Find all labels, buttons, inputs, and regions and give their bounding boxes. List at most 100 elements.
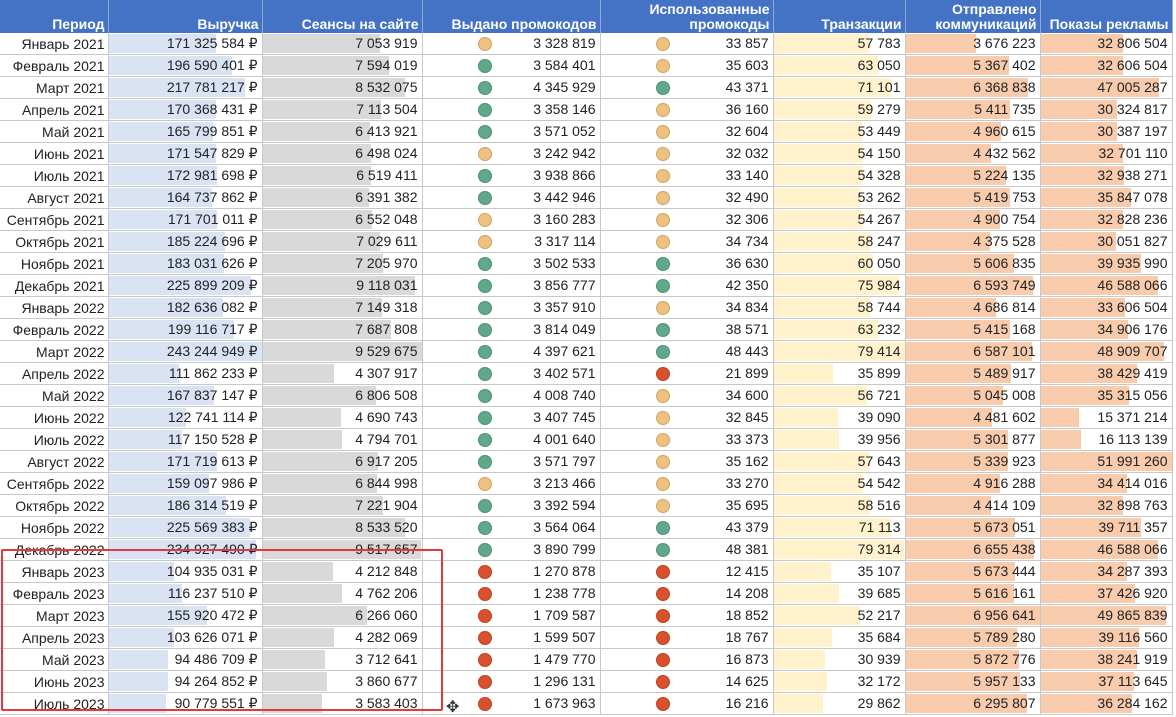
revenue-cell[interactable]: 171 547 829 ₽ xyxy=(108,142,263,165)
promo-issued-cell[interactable]: 3 407 745 xyxy=(422,406,601,429)
promo-used-cell[interactable]: 34 834 xyxy=(600,296,774,319)
communications-cell[interactable]: 5 673 051 xyxy=(905,516,1041,539)
period-cell[interactable]: Апрель 2023 xyxy=(0,626,109,649)
promo-issued-cell[interactable]: 3 317 114 xyxy=(422,230,601,253)
revenue-cell[interactable]: 117 150 528 ₽ xyxy=(108,428,263,451)
period-cell[interactable]: Сентябрь 2021 xyxy=(0,208,109,231)
header-period[interactable]: Период xyxy=(0,0,109,33)
ad-impressions-cell[interactable]: 38 241 919 xyxy=(1040,648,1173,671)
transactions-cell[interactable]: 53 262 xyxy=(773,186,906,209)
ad-impressions-cell[interactable]: 35 315 056 xyxy=(1040,384,1173,407)
transactions-cell[interactable]: 54 542 xyxy=(773,472,906,495)
header-sessions[interactable]: Сеансы на сайте xyxy=(262,0,423,33)
promo-issued-cell[interactable]: 1 599 507 xyxy=(422,626,601,649)
promo-used-cell[interactable]: 36 160 xyxy=(600,98,774,121)
communications-cell[interactable]: 5 616 161 xyxy=(905,582,1041,605)
communications-cell[interactable]: 4 375 528 xyxy=(905,230,1041,253)
revenue-cell[interactable]: 122 741 114 ₽ xyxy=(108,406,263,429)
communications-cell[interactable]: 5 606 835 xyxy=(905,252,1041,275)
revenue-cell[interactable]: 171 325 584 ₽ xyxy=(108,33,263,55)
sessions-cell[interactable]: 7 149 318 xyxy=(262,296,423,319)
transactions-cell[interactable]: 63 050 xyxy=(773,54,906,77)
revenue-cell[interactable]: 199 116 717 ₽ xyxy=(108,318,263,341)
transactions-cell[interactable]: 79 414 xyxy=(773,340,906,363)
period-cell[interactable]: Август 2021 xyxy=(0,186,109,209)
ad-impressions-cell[interactable]: 34 414 016 xyxy=(1040,472,1173,495)
ad-impressions-cell[interactable]: 32 806 504 xyxy=(1040,33,1173,55)
period-cell[interactable]: Июнь 2022 xyxy=(0,406,109,429)
promo-issued-cell[interactable]: 3 213 466 xyxy=(422,472,601,495)
ad-impressions-cell[interactable]: 16 113 139 xyxy=(1040,428,1173,451)
period-cell[interactable]: Апрель 2022 xyxy=(0,362,109,385)
communications-cell[interactable]: 4 916 288 xyxy=(905,472,1041,495)
period-cell[interactable]: Октябрь 2021 xyxy=(0,230,109,253)
revenue-cell[interactable]: 234 927 490 ₽ xyxy=(108,538,263,561)
ad-impressions-cell[interactable]: 35 847 078 xyxy=(1040,186,1173,209)
transactions-cell[interactable]: 79 314 xyxy=(773,538,906,561)
communications-cell[interactable]: 6 956 641 xyxy=(905,604,1041,627)
communications-cell[interactable]: 6 593 749 xyxy=(905,274,1041,297)
promo-used-cell[interactable]: 33 857 xyxy=(600,33,774,55)
period-cell[interactable]: Март 2023 xyxy=(0,604,109,627)
promo-used-cell[interactable]: 42 350 xyxy=(600,274,774,297)
promo-used-cell[interactable]: 21 899 xyxy=(600,362,774,385)
sessions-cell[interactable]: 9 529 675 xyxy=(262,340,423,363)
promo-issued-cell[interactable]: 1 479 770 xyxy=(422,648,601,671)
sessions-cell[interactable]: 9 517 657 xyxy=(262,538,423,561)
ad-impressions-cell[interactable]: 34 906 176 xyxy=(1040,318,1173,341)
communications-cell[interactable]: 5 789 280 xyxy=(905,626,1041,649)
communications-cell[interactable]: 6 368 838 xyxy=(905,76,1041,99)
period-cell[interactable]: Январь 2022 xyxy=(0,296,109,319)
period-cell[interactable]: Июнь 2023 xyxy=(0,670,109,693)
communications-cell[interactable]: 5 339 923 xyxy=(905,450,1041,473)
communications-cell[interactable]: 5 224 135 xyxy=(905,164,1041,187)
sessions-cell[interactable]: 7 113 504 xyxy=(262,98,423,121)
ad-impressions-cell[interactable]: 39 711 357 xyxy=(1040,516,1173,539)
period-cell[interactable]: Апрель 2021 xyxy=(0,98,109,121)
period-cell[interactable]: Ноябрь 2022 xyxy=(0,516,109,539)
period-cell[interactable]: Март 2021 xyxy=(0,76,109,99)
revenue-cell[interactable]: 172 981 698 ₽ xyxy=(108,164,263,187)
communications-cell[interactable]: 4 686 814 xyxy=(905,296,1041,319)
communications-cell[interactable]: 5 489 917 xyxy=(905,362,1041,385)
ad-impressions-cell[interactable]: 30 324 817 xyxy=(1040,98,1173,121)
revenue-cell[interactable]: 196 590 401 ₽ xyxy=(108,54,263,77)
transactions-cell[interactable]: 71 101 xyxy=(773,76,906,99)
revenue-cell[interactable]: 186 314 519 ₽ xyxy=(108,494,263,517)
transactions-cell[interactable]: 54 150 xyxy=(773,142,906,165)
promo-issued-cell[interactable]: 3 442 946 xyxy=(422,186,601,209)
promo-used-cell[interactable]: 18 852 xyxy=(600,604,774,627)
promo-used-cell[interactable]: 35 162 xyxy=(600,450,774,473)
sessions-cell[interactable]: 7 221 904 xyxy=(262,494,423,517)
promo-issued-cell[interactable]: 3 571 052 xyxy=(422,120,601,143)
promo-used-cell[interactable]: 43 371 xyxy=(600,76,774,99)
transactions-cell[interactable]: 57 643 xyxy=(773,450,906,473)
sessions-cell[interactable]: 4 282 069 xyxy=(262,626,423,649)
ad-impressions-cell[interactable]: 47 005 287 xyxy=(1040,76,1173,99)
period-cell[interactable]: Май 2022 xyxy=(0,384,109,407)
ad-impressions-cell[interactable]: 30 387 197 xyxy=(1040,120,1173,143)
period-cell[interactable]: Январь 2023 xyxy=(0,560,109,583)
promo-used-cell[interactable]: 14 625 xyxy=(600,670,774,693)
header-revenue[interactable]: Выручка xyxy=(108,0,263,33)
promo-used-cell[interactable]: 34 734 xyxy=(600,230,774,253)
promo-issued-cell[interactable]: 3 358 146 xyxy=(422,98,601,121)
transactions-cell[interactable]: 53 449 xyxy=(773,120,906,143)
revenue-cell[interactable]: 170 368 431 ₽ xyxy=(108,98,263,121)
ad-impressions-cell[interactable]: 33 606 504 xyxy=(1040,296,1173,319)
sessions-cell[interactable]: 4 212 848 xyxy=(262,560,423,583)
revenue-cell[interactable]: 167 837 147 ₽ xyxy=(108,384,263,407)
sessions-cell[interactable]: 4 762 206 xyxy=(262,582,423,605)
sessions-cell[interactable]: 7 687 808 xyxy=(262,318,423,341)
communications-cell[interactable]: 5 419 753 xyxy=(905,186,1041,209)
ad-impressions-cell[interactable]: 32 828 236 xyxy=(1040,208,1173,231)
communications-cell[interactable]: 4 414 109 xyxy=(905,494,1041,517)
communications-cell[interactable]: 4 900 754 xyxy=(905,208,1041,231)
ad-impressions-cell[interactable]: 34 287 393 xyxy=(1040,560,1173,583)
promo-used-cell[interactable]: 32 032 xyxy=(600,142,774,165)
transactions-cell[interactable]: 35 107 xyxy=(773,560,906,583)
ad-impressions-cell[interactable]: 30 051 827 xyxy=(1040,230,1173,253)
communications-cell[interactable]: 5 301 877 xyxy=(905,428,1041,451)
promo-issued-cell[interactable]: 3 814 049 xyxy=(422,318,601,341)
promo-issued-cell[interactable]: 3 357 910 xyxy=(422,296,601,319)
